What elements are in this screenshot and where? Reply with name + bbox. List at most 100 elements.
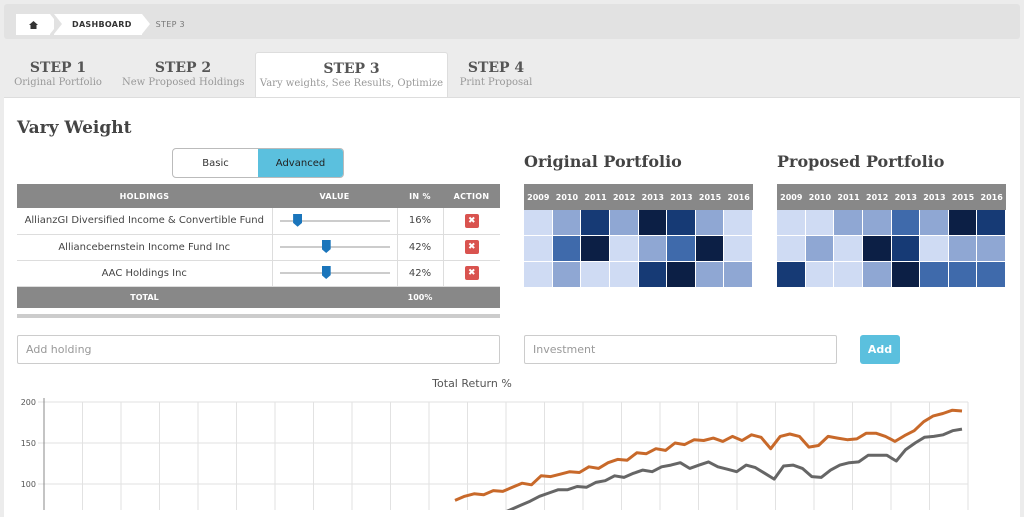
year-label: 2016 <box>980 192 1003 202</box>
year-label: 2012 <box>866 192 889 202</box>
breadcrumb-home[interactable] <box>16 14 58 35</box>
year-label: 2013 <box>670 192 693 202</box>
heatmap-cell <box>777 210 806 236</box>
column-header: HOLDINGS <box>17 184 272 208</box>
advanced-button[interactable]: Advanced <box>258 149 343 177</box>
basic-button[interactable]: Basic <box>173 149 258 177</box>
heatmap-cell <box>695 262 725 288</box>
table-row: AllianzGI Diversified Income & Convertib… <box>17 208 500 235</box>
year-label: 2012 <box>613 192 636 202</box>
heatmap-cell <box>695 210 725 236</box>
proposed-heatmap: 2009 2010 2011 2012 2013 2013 2015 2016 <box>777 184 1006 288</box>
tab-step-2[interactable]: STEP 2 New Proposed Holdings <box>122 52 245 98</box>
step-subtitle: Original Portfolio <box>14 77 102 88</box>
heatmap-row <box>777 236 1006 262</box>
heatmap-cell <box>724 262 753 288</box>
step-title: STEP 3 <box>323 61 380 77</box>
heatmap-cell <box>891 262 921 288</box>
year-label: 2010 <box>808 192 832 202</box>
breadcrumb: DASHBOARD STEP 3 <box>16 14 185 35</box>
weight-slider[interactable] <box>279 266 390 280</box>
heatmap-cell <box>638 210 668 236</box>
slider-handle[interactable] <box>293 213 303 227</box>
heatmap-cell <box>777 236 806 262</box>
action-cell: ✖ <box>442 260 500 287</box>
heatmap-cell <box>948 210 978 236</box>
year-label: 2011 <box>584 192 607 202</box>
heatmap-row <box>524 236 753 262</box>
heatmap-cell <box>805 210 835 236</box>
heatmap-cell <box>524 262 553 288</box>
year-label: 2009 <box>527 192 550 202</box>
heatmap-cell <box>805 262 835 288</box>
page-title: Vary Weight <box>17 118 132 138</box>
breadcrumb-current: STEP 3 <box>155 20 185 29</box>
step-subtitle: Vary weights, See Results, Optimize <box>259 78 444 89</box>
y-tick-label: 100 <box>21 480 36 489</box>
heatmap-cell <box>977 262 1006 288</box>
heatmap-cell <box>609 236 639 262</box>
tab-step-4[interactable]: STEP 4 Print Proposal <box>456 52 536 98</box>
heatmap-cell <box>695 236 725 262</box>
original-heatmap: 2009 2010 2011 2012 2013 2013 2015 2016 <box>524 184 753 288</box>
heatmap-cell <box>581 210 610 236</box>
step-title: STEP 1 <box>29 60 87 76</box>
heatmap-cell <box>891 210 921 236</box>
heatmap-cell <box>524 236 553 262</box>
tab-step-1[interactable]: STEP 1 Original Portfolio <box>4 52 112 98</box>
heatmap-cell <box>552 236 582 262</box>
home-icon <box>28 20 38 29</box>
breadcrumb-dashboard[interactable]: DASHBOARD <box>54 14 150 35</box>
holding-percent: 42% <box>396 234 443 261</box>
year-label: 2011 <box>837 192 860 202</box>
heatmap-cell <box>724 236 753 262</box>
step-title: STEP 2 <box>154 60 212 76</box>
heatmap-cell <box>777 262 806 288</box>
weight-slider[interactable] <box>279 240 390 254</box>
weight-slider[interactable] <box>279 213 390 228</box>
slider-handle[interactable] <box>321 266 331 279</box>
heatmap-cell <box>862 236 892 262</box>
heatmap-cell <box>891 236 921 262</box>
heatmap-cell <box>834 210 863 236</box>
holding-name: Alliancebernstein Income Fund Inc <box>17 234 272 261</box>
heatmap-cell <box>581 262 610 288</box>
breadcrumb-bar: DASHBOARD STEP 3 <box>4 4 1020 39</box>
heatmap-cell <box>724 210 753 236</box>
series-line-2 <box>506 427 963 510</box>
year-label: 2015 <box>698 192 722 202</box>
holding-name: AllianzGI Diversified Income & Convertib… <box>17 208 272 235</box>
weight-cell <box>271 260 397 287</box>
heatmap-cell <box>834 236 863 262</box>
slider-handle[interactable] <box>321 240 331 253</box>
holding-name: AAC Holdings Inc <box>17 260 272 287</box>
heatmap-cell <box>948 236 978 262</box>
remove-holding-button[interactable]: ✖ <box>464 240 479 254</box>
heatmap-cell <box>805 236 835 262</box>
heatmap-row <box>777 262 1006 288</box>
weight-cell <box>271 208 397 235</box>
heatmap-row <box>524 262 753 288</box>
proposed-portfolio-title: Proposed Portfolio <box>777 152 945 171</box>
remove-holding-button[interactable]: ✖ <box>464 213 479 228</box>
remove-holding-button[interactable]: ✖ <box>464 266 479 280</box>
heatmap-cell <box>667 262 696 288</box>
heatmap-cell <box>609 262 639 288</box>
y-tick-label: 200 <box>21 398 36 407</box>
year-label: 2013 <box>641 192 664 202</box>
heatmap-cell <box>581 236 610 262</box>
step-subtitle: Print Proposal <box>459 77 533 88</box>
year-label: 2013 <box>923 192 946 202</box>
total-return-chart: 200 150 100 <box>21 398 969 510</box>
holding-percent: 42% <box>396 260 443 287</box>
table-row: AAC Holdings Inc 42% ✖ <box>17 260 500 287</box>
table-row: Alliancebernstein Income Fund Inc 42% ✖ <box>17 234 500 261</box>
heatmap-cell <box>552 262 582 288</box>
heatmap-cell <box>920 262 949 288</box>
table-header-row: HOLDINGS VALUE IN % ACTION <box>17 184 500 208</box>
column-header: ACTION <box>443 184 500 208</box>
heatmap-cell <box>834 262 863 288</box>
step-subtitle: New Proposed Holdings <box>122 77 245 88</box>
tab-step-3[interactable]: STEP 3 Vary weights, See Results, Optimi… <box>255 52 448 99</box>
heatmap-cell <box>862 210 892 236</box>
